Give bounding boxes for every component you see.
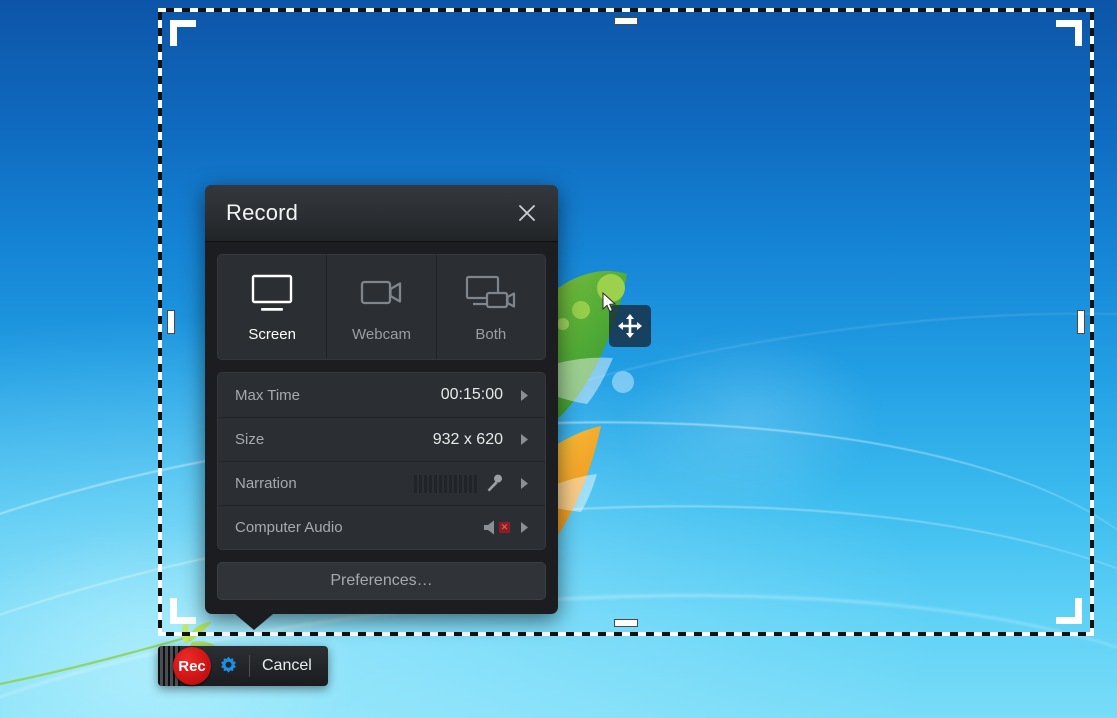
dialog-body: Screen Webcam Both Max Time 00:15:00 Siz… bbox=[205, 242, 558, 614]
mute-badge: ✕ bbox=[499, 522, 510, 533]
settings-list: Max Time 00:15:00 Size 932 x 620 Narrati… bbox=[217, 372, 546, 550]
dialog-title: Record bbox=[226, 200, 299, 225]
chevron-right-icon[interactable] bbox=[517, 477, 531, 490]
setting-row-computer-audio[interactable]: Computer Audio ✕ bbox=[218, 505, 545, 549]
resize-handle-bottom-center[interactable] bbox=[614, 619, 638, 627]
mode-label: Screen bbox=[248, 325, 296, 343]
corner-handle-bottom-right[interactable] bbox=[1056, 598, 1082, 624]
monitor-icon bbox=[246, 272, 298, 317]
dialog-callout-tail bbox=[235, 614, 273, 630]
recording-toolbar: Rec Cancel bbox=[158, 646, 328, 686]
resize-handle-right-middle[interactable] bbox=[1077, 310, 1085, 334]
mode-button-webcam[interactable]: Webcam bbox=[326, 255, 436, 359]
setting-label: Computer Audio bbox=[235, 519, 343, 536]
setting-label: Narration bbox=[235, 475, 297, 492]
cancel-button[interactable]: Cancel bbox=[260, 657, 314, 675]
record-mode-selector: Screen Webcam Both bbox=[217, 254, 546, 360]
microphone-level-meter bbox=[414, 474, 477, 493]
setting-row-max-time[interactable]: Max Time 00:15:00 bbox=[218, 373, 545, 417]
setting-value: 00:15:00 bbox=[440, 386, 503, 403]
microphone-icon[interactable] bbox=[486, 474, 503, 493]
toolbar-divider bbox=[249, 655, 250, 677]
monitor-camcorder-icon bbox=[463, 272, 519, 317]
chevron-right-icon[interactable] bbox=[517, 521, 531, 534]
chevron-right-icon[interactable] bbox=[517, 389, 531, 402]
camcorder-icon bbox=[355, 272, 407, 317]
close-button[interactable] bbox=[512, 198, 542, 228]
setting-label: Size bbox=[235, 431, 265, 448]
preferences-button[interactable]: Preferences… bbox=[217, 562, 546, 600]
corner-handle-top-right[interactable] bbox=[1056, 20, 1082, 46]
resize-handle-left-middle[interactable] bbox=[167, 310, 175, 334]
move-arrows-icon bbox=[618, 314, 642, 338]
setting-label: Max Time bbox=[235, 386, 301, 404]
mode-label: Both bbox=[475, 325, 507, 343]
speaker-muted-icon[interactable]: ✕ bbox=[482, 519, 510, 536]
dialog-titlebar[interactable]: Record bbox=[205, 185, 558, 242]
gear-icon bbox=[220, 656, 236, 673]
dialog-footer-spacer bbox=[217, 600, 546, 614]
close-icon bbox=[519, 205, 535, 221]
setting-value: 932 x 620 bbox=[432, 430, 503, 448]
rec-button[interactable]: Rec bbox=[173, 647, 211, 685]
setting-row-size[interactable]: Size 932 x 620 bbox=[218, 417, 545, 461]
settings-gear-button[interactable] bbox=[211, 646, 245, 686]
resize-handle-top-center[interactable] bbox=[614, 17, 638, 25]
mode-button-screen[interactable]: Screen bbox=[218, 255, 327, 359]
record-dialog: Record Screen Webcam Both Max Time 00:15… bbox=[205, 185, 558, 630]
mode-label: Webcam bbox=[352, 325, 411, 343]
setting-row-narration[interactable]: Narration bbox=[218, 461, 545, 505]
mode-button-both[interactable]: Both bbox=[435, 255, 545, 359]
corner-handle-top-left[interactable] bbox=[170, 20, 196, 46]
desktop-wallpaper bbox=[0, 0, 1117, 718]
chevron-right-icon[interactable] bbox=[517, 433, 531, 446]
arrow-cursor-icon bbox=[602, 292, 617, 313]
